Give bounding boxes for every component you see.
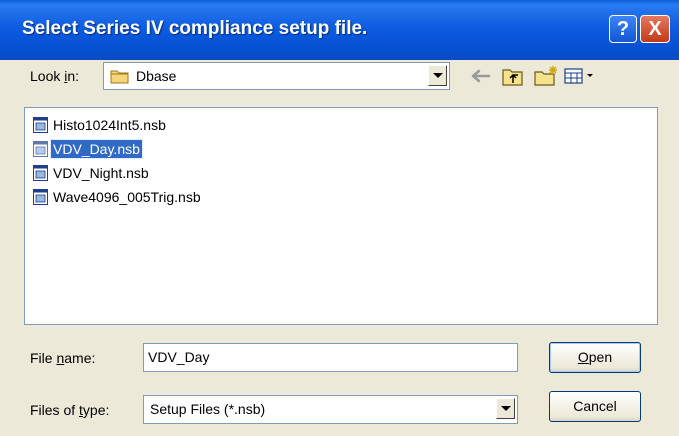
folder-icon (110, 70, 129, 84)
files-of-type-value: Setup Files (*.nsb) (150, 401, 266, 417)
new-folder-icon[interactable] (533, 65, 559, 87)
file-name-value: VDV_Day (148, 349, 210, 365)
file-name: Wave4096_005Trig.nsb (53, 189, 201, 205)
look-in-label: Look in: (30, 68, 80, 84)
title-bar[interactable]: Select Series IV compliance setup file. … (0, 0, 679, 60)
nsb-file-icon (33, 117, 48, 133)
files-of-type-dropdown-arrow[interactable] (496, 398, 515, 419)
file-name: VDV_Day.nsb (50, 139, 143, 159)
files-of-type-dropdown[interactable]: Setup Files (*.nsb) (143, 395, 518, 424)
file-name: Histo1024Int5.nsb (53, 117, 166, 133)
files-of-type-label: Files of type: (30, 402, 110, 418)
look-in-value: Dbase (136, 68, 177, 84)
view-menu-icon[interactable] (563, 65, 599, 87)
back-arrow-icon[interactable] (469, 65, 495, 87)
nsb-file-icon (33, 141, 48, 157)
open-button[interactable]: Open (549, 342, 641, 373)
file-name: VDV_Night.nsb (53, 165, 149, 181)
dialog-title: Select Series IV compliance setup file. (22, 18, 368, 39)
file-list[interactable]: Histo1024Int5.nsb VDV_Day.nsb VDV_Night.… (24, 107, 658, 325)
file-name-label: File name: (30, 350, 96, 366)
look-in-dropdown[interactable]: Dbase (103, 62, 450, 90)
nsb-file-icon (33, 165, 48, 181)
close-button[interactable]: X (640, 15, 670, 43)
up-folder-icon[interactable] (500, 65, 526, 87)
look-in-dropdown-arrow[interactable] (428, 65, 447, 86)
file-name-input[interactable]: VDV_Day (143, 343, 518, 372)
nsb-file-icon (33, 189, 48, 205)
cancel-button[interactable]: Cancel (549, 391, 641, 422)
help-button[interactable]: ? (609, 15, 637, 43)
